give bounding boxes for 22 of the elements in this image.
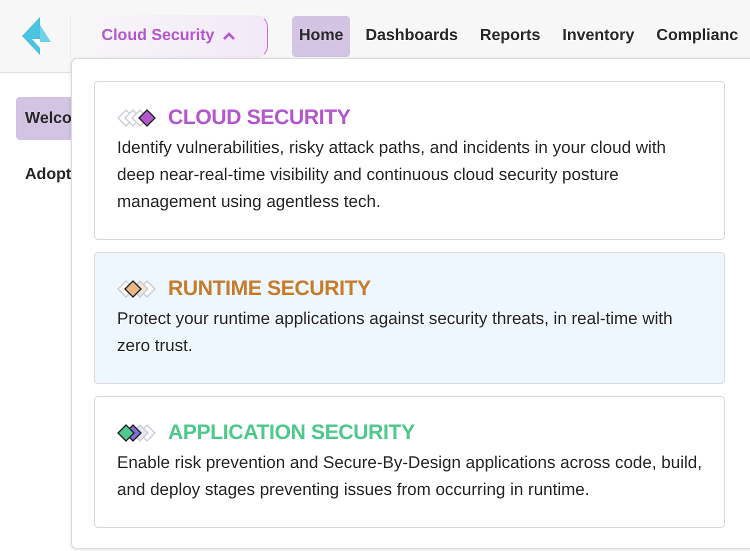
caret-icon xyxy=(222,31,236,41)
product-menu-button[interactable]: Cloud Security xyxy=(70,14,268,58)
product-card[interactable]: RUNTIME SECURITY Protect your runtime applications against security threats, in real-time with zero trust. xyxy=(94,252,725,384)
sidebar-item[interactable]: Adopt xyxy=(16,153,71,196)
nav-tab[interactable]: Complianc xyxy=(649,16,746,56)
card-title: APPLICATION SECURITY xyxy=(168,421,415,445)
product-card[interactable]: APPLICATION SECURITY Enable risk prevention and Secure-By-Design applications across code, build, and deploy stages preventing issues from occurring in runtime. xyxy=(94,396,725,528)
card-description: Identify vulnerabilities, risky attack paths, and incidents in your cloud with deep near-real-time visibility and continuous cloud security posture management using agentless tech. xyxy=(117,137,667,213)
nav-tab[interactable]: Reports xyxy=(472,16,548,56)
nav-tab[interactable]: Home xyxy=(292,16,350,56)
card-title: CLOUD SECURITY xyxy=(168,106,350,130)
sidebar-item[interactable]: Welco xyxy=(16,97,71,140)
product-card[interactable]: CLOUD SECURITY Identify vulnerabilities, risky attack paths, and incidents in your cloud with deep near-real-time visibility and continuous cloud security posture management using agentless tech. xyxy=(94,81,725,240)
diamonds-icon xyxy=(117,280,157,298)
nav-tab[interactable]: Dashboards xyxy=(358,16,465,56)
card-description: Enable risk prevention and Secure-By-Design applications across code, build, and deploy stages preventing issues from occurring in runtime. xyxy=(117,452,703,501)
logo-icon[interactable] xyxy=(22,17,52,55)
nav-tab[interactable]: Inventory xyxy=(555,16,642,56)
card-title: RUNTIME SECURITY xyxy=(168,277,371,301)
card-description: Protect your runtime applications against security threats, in real-time with zero trust. xyxy=(117,308,674,357)
diamonds-icon xyxy=(117,424,157,442)
diamonds-icon xyxy=(117,109,157,127)
